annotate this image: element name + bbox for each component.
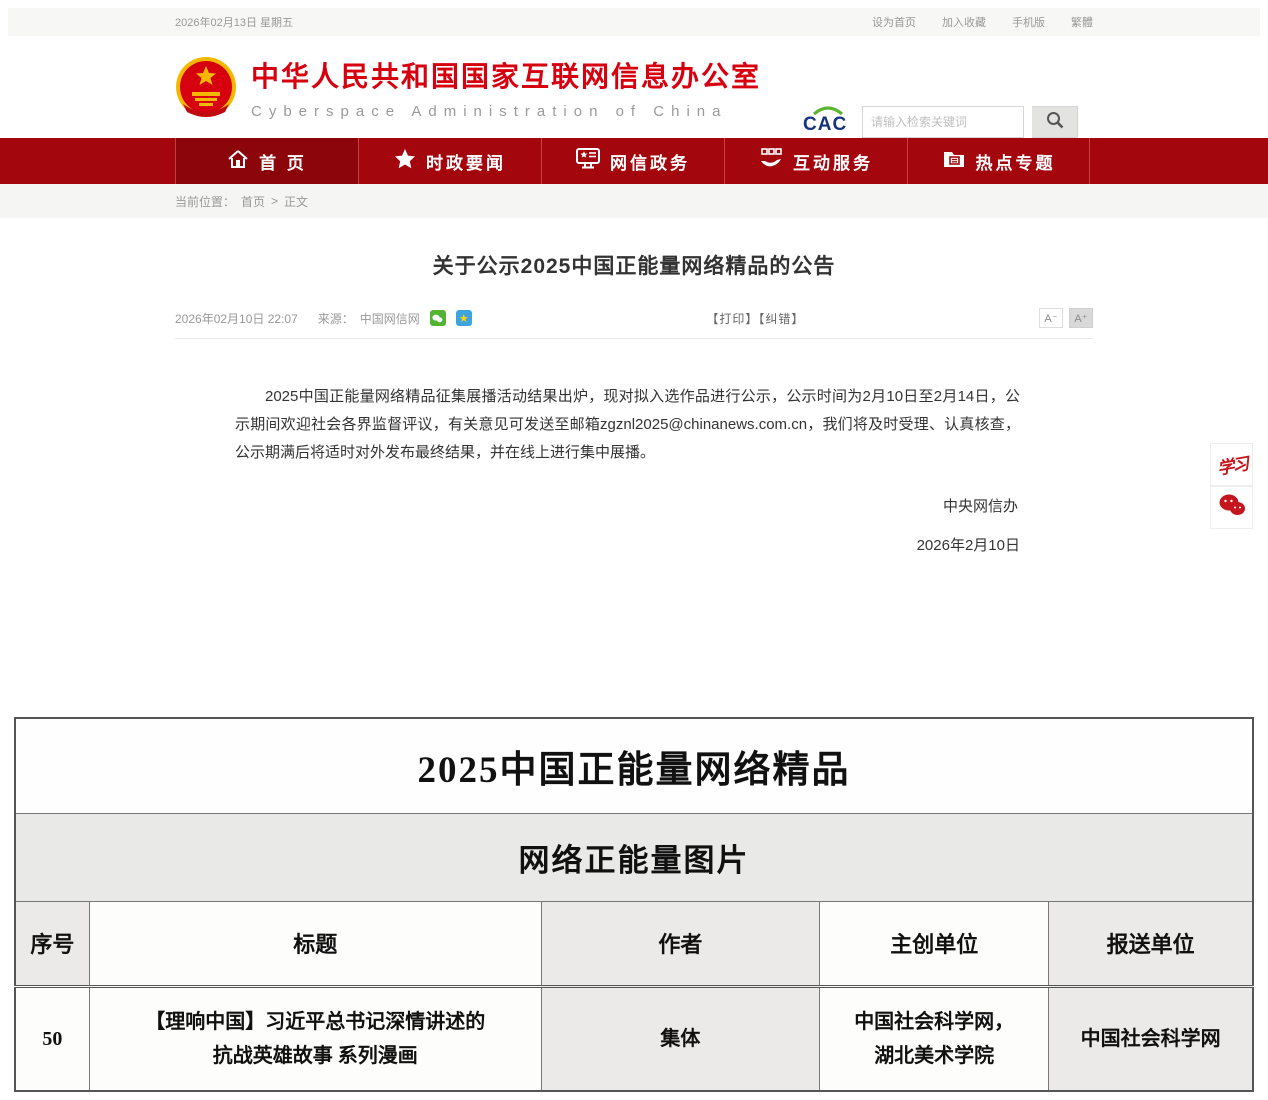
side-share-widgets: 学习 — [1210, 443, 1253, 529]
col-header-submitter: 报送单位 — [1049, 901, 1253, 986]
error-correction-button[interactable]: 【纠错】 — [758, 312, 804, 326]
font-larger-button[interactable]: A⁺ — [1069, 308, 1093, 328]
nav-item-hot-topics[interactable]: 热点专题 — [907, 138, 1090, 184]
cell-author: 集体 — [541, 986, 820, 1091]
cell-number: 50 — [15, 986, 89, 1091]
home-icon — [227, 149, 249, 174]
service-hand-icon — [759, 148, 783, 174]
wechat-share-icon[interactable] — [430, 310, 446, 326]
set-homepage-link[interactable]: 设为首页 — [872, 14, 916, 30]
utility-links: 设为首页 加入收藏 手机版 繁體 — [872, 14, 1093, 30]
col-header-creator: 主创单位 — [820, 901, 1049, 986]
font-size-controls: A⁻ A⁺ — [1039, 308, 1093, 328]
svg-text:CAC: CAC — [803, 114, 847, 134]
article-source: 中国网信网 — [360, 310, 420, 327]
wechat-widget[interactable] — [1210, 486, 1253, 529]
site-title: 中华人民共和国国家互联网信息办公室 — [251, 55, 761, 95]
table-category-row: 网络正能量图片 — [15, 813, 1253, 901]
site-brand: 中华人民共和国国家互联网信息办公室 Cyberspace Administrat… — [175, 54, 761, 120]
mobile-version-link[interactable]: 手机版 — [1012, 14, 1045, 30]
article-date: 2026年02月10日 22:07 — [175, 310, 298, 327]
col-header-author: 作者 — [541, 901, 820, 986]
breadcrumb-bar: 当前位置： 首页 > 正文 — [0, 184, 1268, 218]
article-meta-bar: 2026年02月10日 22:07 来源： 中国网信网 ★ 【打印】【纠错】 A… — [175, 308, 1093, 339]
nav-item-news[interactable]: 时政要闻 — [358, 138, 541, 184]
nav-item-label: 网信政务 — [610, 149, 690, 174]
search-area: CAC — [802, 104, 1078, 139]
study-platform-logo: 学习 — [1215, 450, 1249, 480]
col-header-title: 标题 — [89, 901, 541, 986]
breadcrumb-current: 正文 — [284, 193, 308, 210]
article-title: 关于公示2025中国正能量网络精品的公告 — [175, 250, 1093, 280]
cell-submitter: 中国社会科学网 — [1049, 986, 1253, 1091]
top-utility-bar: 2026年02月13日 星期五 设为首页 加入收藏 手机版 繁體 — [8, 8, 1260, 36]
nav-item-gov-affairs[interactable]: 网信政务 — [541, 138, 724, 184]
article-section: 关于公示2025中国正能量网络精品的公告 2026年02月10日 22:07 来… — [0, 218, 1268, 555]
search-icon — [1045, 110, 1065, 133]
nav-item-label: 互动服务 — [793, 149, 873, 174]
article-meta-left: 2026年02月10日 22:07 来源： 中国网信网 ★ — [175, 310, 472, 327]
search-input[interactable] — [862, 106, 1024, 138]
article-source-label: 来源： — [318, 310, 354, 327]
cell-title: 【理响中国】习近平总书记深情讲述的 抗战英雄故事 系列漫画 — [89, 986, 541, 1091]
nav-item-label: 热点专题 — [976, 149, 1056, 174]
nav-item-label: 首 页 — [259, 149, 307, 174]
article-signature-date: 2026年2月10日 — [175, 534, 1093, 555]
table-title-row: 2025中国正能量网络精品 — [15, 718, 1253, 813]
folder-icon — [942, 148, 966, 174]
breadcrumb-label: 当前位置： — [175, 193, 235, 210]
cell-creator: 中国社会科学网， 湖北美术学院 — [820, 986, 1049, 1091]
cac-logo: CAC — [802, 104, 854, 139]
study-platform-widget[interactable]: 学习 — [1210, 443, 1253, 486]
main-navigation: 首 页 时政要闻 网信政务 互动服务 热点专题 — [0, 138, 1268, 184]
qzone-share-icon[interactable]: ★ — [456, 310, 472, 326]
award-table-section: 2025中国正能量网络精品 网络正能量图片 序号 标题 作者 主创单位 报送单位… — [14, 717, 1254, 1092]
table-title: 2025中国正能量网络精品 — [15, 718, 1253, 813]
site-subtitle: Cyberspace Administration of China — [251, 103, 761, 120]
national-emblem-logo — [175, 54, 237, 120]
nav-item-label: 时政要闻 — [426, 149, 506, 174]
nav-item-home[interactable]: 首 页 — [175, 138, 358, 184]
article-meta-actions: 【打印】【纠错】 — [472, 310, 1039, 327]
article-signature: 中央网信办 — [175, 495, 1093, 516]
table-header-row: 序号 标题 作者 主创单位 报送单位 — [15, 901, 1253, 986]
breadcrumb: 当前位置： 首页 > 正文 — [175, 184, 1093, 218]
add-favorite-link[interactable]: 加入收藏 — [942, 14, 986, 30]
current-date: 2026年02月13日 星期五 — [175, 14, 293, 30]
article-body: 2025中国正能量网络精品征集展播活动结果出炉，现对拟入选作品进行公示，公示时间… — [175, 339, 1093, 467]
nav-item-interactive-services[interactable]: 互动服务 — [724, 138, 907, 184]
table-row: 50 【理响中国】习近平总书记深情讲述的 抗战英雄故事 系列漫画 集体 中国社会… — [15, 986, 1253, 1091]
monitor-icon — [576, 148, 600, 174]
brand-text: 中华人民共和国国家互联网信息办公室 Cyberspace Administrat… — [251, 55, 761, 120]
award-table: 2025中国正能量网络精品 网络正能量图片 序号 标题 作者 主创单位 报送单位… — [14, 717, 1254, 1092]
font-smaller-button[interactable]: A⁻ — [1039, 308, 1063, 328]
table-category: 网络正能量图片 — [15, 813, 1253, 901]
print-button[interactable]: 【打印】 — [706, 312, 758, 326]
site-header: 中华人民共和国国家互联网信息办公室 Cyberspace Administrat… — [0, 36, 1268, 134]
traditional-chinese-link[interactable]: 繁體 — [1071, 14, 1093, 30]
col-header-number: 序号 — [15, 901, 89, 986]
breadcrumb-separator: > — [271, 194, 278, 208]
star-icon — [394, 148, 416, 174]
breadcrumb-home-link[interactable]: 首页 — [241, 193, 265, 210]
search-button[interactable] — [1032, 106, 1078, 138]
wechat-icon — [1218, 493, 1246, 522]
